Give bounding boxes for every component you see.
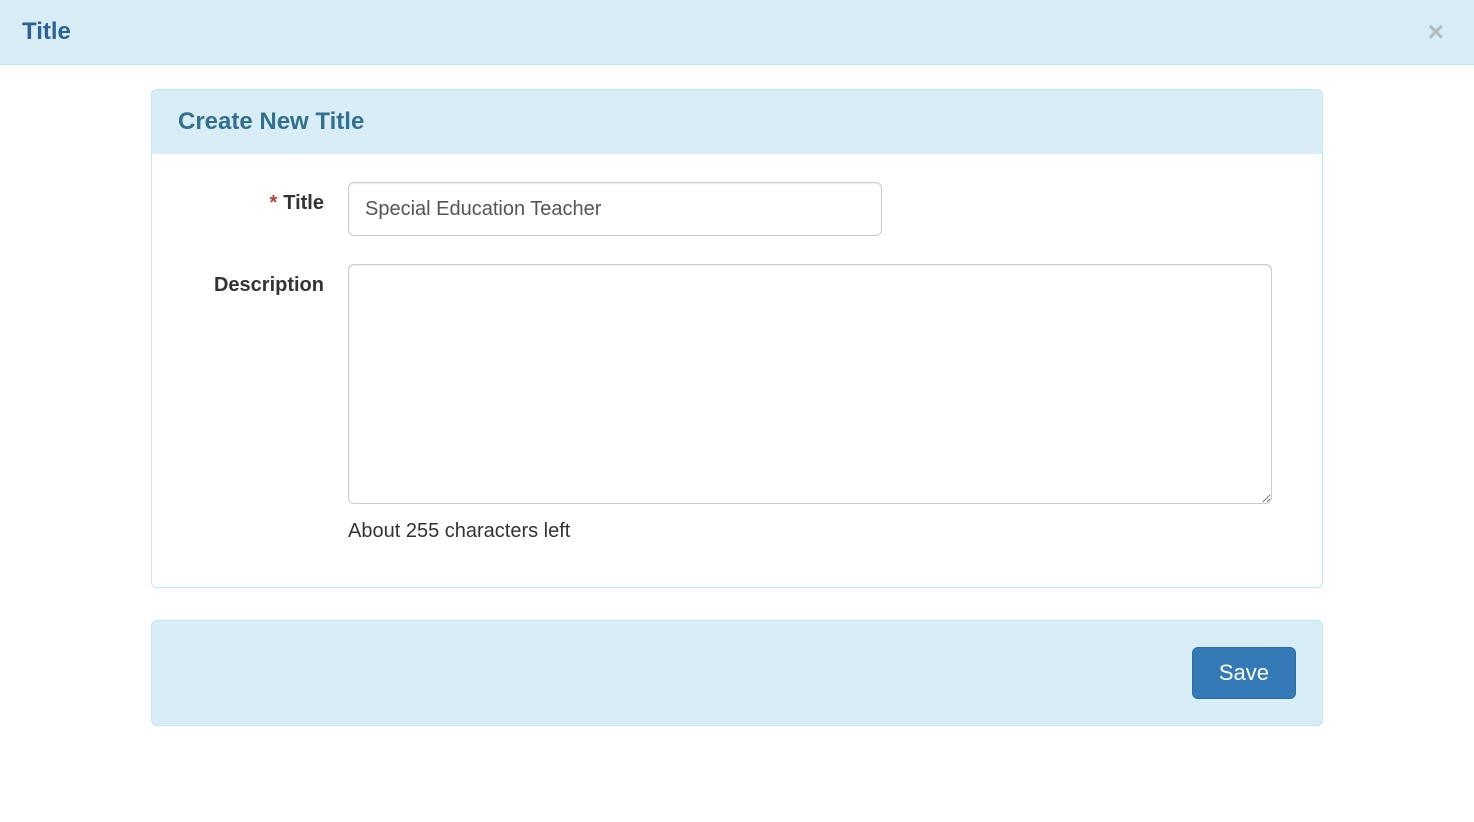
footer-panel: Save <box>151 620 1323 726</box>
form-row-title: * Title <box>178 182 1296 236</box>
required-asterisk: * <box>269 192 277 214</box>
panel-title: Create New Title <box>178 108 1296 136</box>
description-label: Description <box>214 274 324 296</box>
panel-body: * Title Description About 255 characters … <box>152 154 1322 587</box>
close-button[interactable]: × <box>1420 18 1452 46</box>
title-input[interactable] <box>348 182 882 236</box>
title-label-cell: * Title <box>178 182 348 215</box>
modal-header: Title × <box>0 0 1474 65</box>
title-label: Title <box>283 192 324 214</box>
description-textarea[interactable] <box>348 264 1272 504</box>
close-icon: × <box>1428 16 1444 47</box>
description-field-cell: About 255 characters left <box>348 264 1296 543</box>
form-panel: Create New Title * Title Description Abou… <box>151 89 1323 588</box>
modal-body: Create New Title * Title Description Abou… <box>0 65 1474 762</box>
description-label-cell: Description <box>178 264 348 297</box>
form-row-description: Description About 255 characters left <box>178 264 1296 543</box>
description-help-text: About 255 characters left <box>348 520 1296 543</box>
panel-header: Create New Title <box>152 90 1322 154</box>
modal-title: Title <box>22 18 71 46</box>
title-field-cell <box>348 182 1296 236</box>
save-button[interactable]: Save <box>1192 647 1296 699</box>
